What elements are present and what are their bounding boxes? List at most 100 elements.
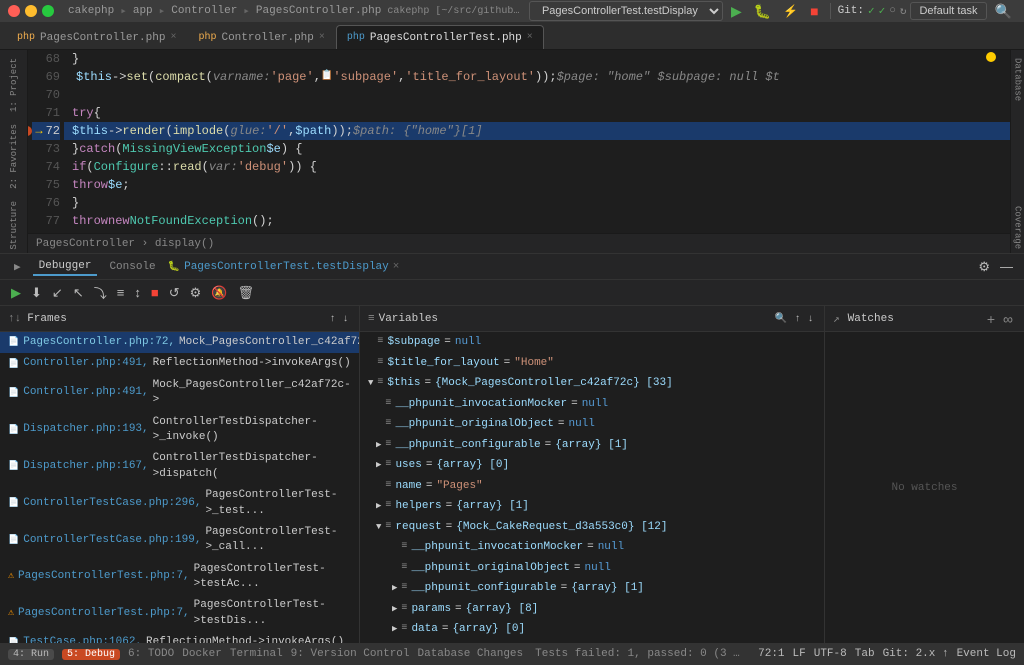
var-phpunit-invocation-mocker[interactable]: ▶ ≡ __phpunit_invocationMocker = null bbox=[360, 394, 824, 415]
editor-breadcrumb: PagesController › display() bbox=[36, 238, 214, 250]
debug-session-close[interactable]: × bbox=[393, 261, 400, 273]
debug-tab-debugger[interactable]: Debugger bbox=[33, 258, 98, 276]
encoding-item[interactable]: UTF-8 bbox=[814, 648, 847, 660]
debug-trash-button[interactable]: 🗑 bbox=[234, 283, 257, 303]
indent-item[interactable]: Tab bbox=[855, 648, 875, 660]
sidebar-item-project[interactable]: 1: Project bbox=[7, 54, 21, 116]
debug-run-to-cursor[interactable]: ⤵ bbox=[91, 281, 110, 304]
sidebar-item-database[interactable]: Database bbox=[1011, 54, 1024, 105]
debug-evaluate-button[interactable]: ≡ bbox=[114, 283, 128, 302]
debug-settings-button[interactable]: ⚙ bbox=[975, 257, 993, 277]
stop-button[interactable]: ■ bbox=[806, 1, 822, 21]
debug-settings-btn-2[interactable]: ⚙ bbox=[187, 283, 205, 303]
git-version-item[interactable]: Git: 2.x ↑ bbox=[883, 648, 949, 660]
debug-toolbar: ▶ ⬇ ↙ ↖ ⤵ ≡ ↕ ■ ↺ ⚙ 🔕 🗑 bbox=[0, 280, 1024, 306]
var-req-phpunit-original[interactable]: ▶ ≡ __phpunit_originalObject = null bbox=[360, 558, 824, 579]
frame-icon-1: 📄 bbox=[8, 358, 19, 371]
var-phpunit-original-object[interactable]: ▶ ≡ __phpunit_originalObject = null bbox=[360, 414, 824, 435]
run-badge[interactable]: 4: Run bbox=[8, 649, 54, 660]
var-name[interactable]: ▶ ≡ name = "Pages" bbox=[360, 476, 824, 497]
debug-frames-btn[interactable]: ↕ bbox=[131, 283, 144, 302]
var-subpage[interactable]: ▶ ≡ $subpage = null bbox=[360, 332, 824, 353]
variables-scroll-down[interactable]: ↓ bbox=[805, 311, 816, 326]
status-left: 4: Run 5: Debug 6: TODO Docker Terminal … bbox=[8, 648, 523, 660]
line-70: 70 bbox=[32, 86, 60, 104]
debug-tab-console[interactable]: Console bbox=[103, 259, 161, 275]
var-this[interactable]: ▼ ≡ $this = {Mock_PagesController_c42af7… bbox=[360, 373, 824, 394]
debug-panel: ▶ Debugger Console 🐛 PagesControllerTest… bbox=[0, 253, 1024, 643]
debug-step-into-button[interactable]: ↙ bbox=[49, 283, 66, 303]
frames-scroll-up[interactable]: ↑ bbox=[327, 311, 338, 326]
debug-resume-button[interactable]: ▶ bbox=[8, 283, 24, 303]
frame-item-3[interactable]: 📄 Dispatcher.php:193, ControllerTestDisp… bbox=[0, 412, 359, 449]
var-req-phpunit-configurable[interactable]: ▶ ≡ __phpunit_configurable = {array} [1] bbox=[360, 578, 824, 599]
line-75: 75 bbox=[32, 176, 60, 194]
frame-item-7[interactable]: ⚠ PagesControllerTest.php:7, PagesContro… bbox=[0, 559, 359, 596]
var-uses[interactable]: ▶ ≡ uses = {array} [0] bbox=[360, 455, 824, 476]
watches-add-button[interactable]: + bbox=[984, 310, 998, 328]
tab-pages-controller-test[interactable]: php PagesControllerTest.php × bbox=[336, 25, 544, 49]
minimize-button[interactable] bbox=[25, 5, 37, 17]
sidebar-item-favorites[interactable]: 2: Favorites bbox=[7, 120, 21, 193]
frame-item-4[interactable]: 📄 Dispatcher.php:167, ControllerTestDisp… bbox=[0, 448, 359, 485]
window-title: cakephp [~/src/github.com/cakephp/cakeph… bbox=[387, 6, 523, 17]
variables-list[interactable]: ▶ ≡ $subpage = null ▶ ≡ $title_for_layou… bbox=[360, 332, 824, 643]
line-numbers: 68 69 70 71 → 72 73 74 75 76 77 78 bbox=[28, 50, 64, 233]
debug-stop-button[interactable]: ■ bbox=[148, 283, 162, 302]
frame-item-9[interactable]: 📄 TestCase.php:1062, ReflectionMethod->i… bbox=[0, 632, 359, 643]
var-request[interactable]: ▼ ≡ request = {Mock_CakeRequest_d3a553c0… bbox=[360, 517, 824, 538]
event-log-item[interactable]: Event Log bbox=[957, 648, 1016, 660]
frame-item-6[interactable]: 📄 ControllerTestCase.php:199, PagesContr… bbox=[0, 522, 359, 559]
debug-restart-button[interactable]: ↺ bbox=[166, 283, 183, 303]
version-item[interactable]: 9: Version Control bbox=[291, 648, 410, 660]
code-lines[interactable]: } $this->set(compact( varname: 'page', 📋… bbox=[64, 50, 1010, 233]
close-button[interactable] bbox=[8, 5, 20, 17]
var-phpunit-configurable[interactable]: ▶ ≡ __phpunit_configurable = {array} [1] bbox=[360, 435, 824, 456]
code-content[interactable]: 68 69 70 71 → 72 73 74 75 76 77 78 bbox=[28, 50, 1010, 233]
var-title-for-layout[interactable]: ▶ ≡ $title_for_layout = "Home" bbox=[360, 353, 824, 374]
watches-infinity-button[interactable]: ∞ bbox=[1000, 310, 1016, 328]
position-item[interactable]: 72:1 bbox=[758, 648, 784, 660]
default-task-button[interactable]: Default task bbox=[910, 2, 986, 20]
debug-hide-button[interactable]: — bbox=[997, 257, 1016, 276]
var-params[interactable]: ▶ ≡ params = {array} [8] bbox=[360, 599, 824, 620]
lang-item[interactable]: LF bbox=[793, 648, 806, 660]
code-line-74: if (Configure::read( var: 'debug')) { bbox=[64, 158, 1010, 176]
frame-item-2[interactable]: 📄 Controller.php:491, Mock_PagesControll… bbox=[0, 375, 359, 412]
tab-close-controller[interactable]: × bbox=[319, 32, 325, 43]
search-button[interactable]: 🔍 bbox=[991, 1, 1016, 22]
run-config-dropdown[interactable]: PagesControllerTest.testDisplay bbox=[529, 1, 723, 21]
tab-pages-controller[interactable]: php PagesController.php × bbox=[6, 25, 187, 49]
frame-item-5[interactable]: 📄 ControllerTestCase.php:296, PagesContr… bbox=[0, 485, 359, 522]
debug-step-out-button[interactable]: ↖ bbox=[70, 283, 87, 303]
debug-mute-button[interactable]: 🔕 bbox=[208, 283, 230, 303]
var-req-phpunit-invocation[interactable]: ▶ ≡ __phpunit_invocationMocker = null bbox=[360, 537, 824, 558]
db-changes-item[interactable]: Database Changes bbox=[418, 648, 524, 660]
variables-search[interactable]: 🔍 bbox=[772, 311, 790, 326]
debug-badge[interactable]: 5: Debug bbox=[62, 649, 120, 660]
sidebar-item-structure[interactable]: Z: Structure bbox=[7, 197, 21, 253]
debug-button[interactable]: 🐛 bbox=[750, 1, 775, 22]
coverage-button[interactable]: ⚡ bbox=[779, 2, 802, 20]
frame-item-1[interactable]: 📄 Controller.php:491, ReflectionMethod->… bbox=[0, 353, 359, 374]
run-button[interactable]: ▶ bbox=[727, 1, 746, 22]
tab-close-pages-controller[interactable]: × bbox=[170, 32, 176, 43]
todo-item[interactable]: 6: TODO bbox=[128, 648, 174, 660]
frame-item-0[interactable]: 📄 PagesController.php:72, Mock_PagesCont… bbox=[0, 332, 359, 353]
frames-scroll-down[interactable]: ↓ bbox=[340, 311, 351, 326]
docker-item[interactable]: Docker bbox=[182, 648, 222, 660]
debug-step-over-button[interactable]: ⬇ bbox=[28, 283, 45, 303]
maximize-button[interactable] bbox=[42, 5, 54, 17]
tab-close-test[interactable]: × bbox=[527, 32, 533, 43]
frame-method-9: ReflectionMethod->invokeArgs() bbox=[146, 635, 344, 643]
frame-item-8[interactable]: ⚠ PagesControllerTest.php:7, PagesContro… bbox=[0, 595, 359, 632]
var-helpers[interactable]: ▶ ≡ helpers = {array} [1] bbox=[360, 496, 824, 517]
sidebar-item-coverage[interactable]: Coverage bbox=[1011, 202, 1024, 253]
variables-header: ≡ Variables 🔍 ↑ ↓ bbox=[360, 306, 824, 332]
frame-method-7: PagesControllerTest->testAc... bbox=[194, 562, 351, 593]
variables-scroll-up[interactable]: ↑ bbox=[792, 311, 803, 326]
terminal-item[interactable]: Terminal bbox=[230, 648, 283, 660]
var-data[interactable]: ▶ ≡ data = {array} [0] bbox=[360, 619, 824, 640]
frames-list[interactable]: 📄 PagesController.php:72, Mock_PagesCont… bbox=[0, 332, 359, 643]
tab-controller[interactable]: php Controller.php × bbox=[187, 25, 335, 49]
